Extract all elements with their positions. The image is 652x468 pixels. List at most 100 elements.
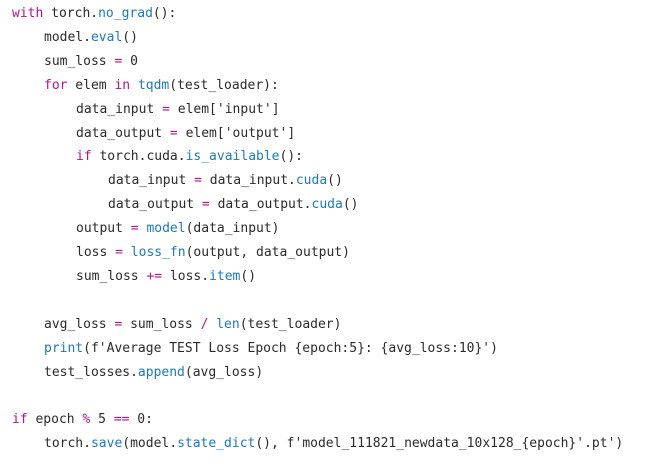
code-token-plain: (avg_loss) — [184, 364, 264, 380]
code-line: if torch.cuda.is_available(): — [12, 148, 303, 166]
code-token-op: = — [130, 221, 139, 237]
code-token-plain: elem[ — [169, 101, 217, 117]
code-token-kw: if — [12, 412, 28, 428]
code-token-fn: eval — [90, 29, 123, 45]
code-token-num: 0 — [130, 53, 138, 69]
code-line: data_input = data_input.cuda() — [12, 172, 343, 190]
code-token-plain: (), — [255, 436, 287, 452]
code-line: torch.save(model.state_dict(), f'model_1… — [12, 435, 623, 453]
code-token-str: 'output' — [224, 125, 288, 141]
code-token-plain: (test_loader): — [169, 77, 279, 93]
code-token-plain: () — [327, 173, 343, 189]
code-token-plain: : — [145, 412, 153, 428]
code-line: sum_loss += loss.item() — [12, 268, 256, 286]
code-token-fn: print — [44, 340, 84, 356]
code-token-kw: for — [44, 77, 68, 93]
code-token-plain: (output, data_output) — [185, 245, 350, 260]
code-token-plain: data_input — [108, 173, 195, 189]
code-token-plain: ( — [83, 340, 91, 356]
code-token-fn: cuda — [311, 197, 343, 213]
code-token-plain: data_output — [76, 125, 170, 141]
code-token-plain: ] — [287, 125, 296, 141]
code-token-plain: ) — [490, 340, 498, 356]
code-token-fn: loss_fn — [130, 245, 186, 260]
code-line: if epoch % 5 == 0: — [12, 411, 153, 429]
code-token-plain: () — [240, 268, 257, 284]
code-line: sum_loss = 0 — [12, 53, 138, 71]
code-token-num: 5 — [98, 412, 106, 428]
code-token-str: pt' — [591, 436, 616, 452]
code-token-plain: data_input. — [201, 173, 296, 189]
code-token-plain: output — [76, 221, 131, 237]
code-token-op: = — [115, 245, 123, 260]
code-token-fn: state_dict — [177, 436, 256, 452]
code-token-plain: ) — [615, 436, 624, 452]
code-token-plain: epoch — [27, 412, 83, 428]
code-token-plain: elem — [67, 77, 115, 93]
code-token-plain: () — [122, 29, 138, 45]
code-token-plain: ] — [271, 101, 280, 117]
code-token-num: 0 — [137, 412, 146, 428]
code-token-plain: (test_loader) — [239, 316, 342, 332]
code-token-str: f'Average TEST Loss Epoch {epoch:5}: {av… — [90, 340, 491, 356]
code-line: test_losses.append(avg_loss) — [12, 364, 263, 382]
code-token-fn: no_grad — [98, 6, 153, 21]
code-token-plain: torch. — [44, 436, 91, 452]
code-line: data_input = elem['input'] — [12, 101, 280, 119]
code-token-op: == — [113, 412, 130, 428]
code-token-fn: tqdm — [137, 77, 170, 93]
code-token-plain: (data_input) — [185, 221, 280, 237]
code-token-fn: save — [90, 436, 123, 452]
code-token-fn: model — [146, 221, 186, 237]
code-token-str: f'model_111821_newdata_10x128_{epoch}' — [286, 436, 585, 452]
code-token-plain: torch. — [43, 6, 99, 21]
code-token-plain: test_losses. — [44, 364, 138, 380]
code-token-kw: in — [114, 77, 131, 93]
code-token-op: += — [146, 268, 163, 284]
code-token-kw: if — [76, 149, 92, 165]
code-token-plain: data_output. — [209, 197, 312, 213]
code-token-op: = — [169, 125, 178, 141]
code-token-op: = — [194, 173, 202, 189]
code-token-plain: loss. — [162, 268, 210, 284]
code-token-plain: sum_loss — [76, 268, 147, 284]
code-line: for elem in tqdm(test_loader): — [12, 77, 279, 95]
code-token-plain: data_input — [76, 101, 163, 117]
code-token-str: 'input' — [216, 101, 272, 117]
code-token-plain: data_output — [108, 197, 202, 213]
code-token-fn: append — [137, 364, 185, 380]
code-token-fn: cuda — [295, 173, 328, 189]
code-token-op: = — [162, 101, 170, 117]
code-token-plain: (model. — [122, 436, 178, 452]
code-token-plain: avg_loss — [44, 316, 115, 332]
code-token-plain: () — [342, 197, 359, 213]
code-token-plain: . — [584, 436, 592, 452]
code-token-plain: sum_loss — [44, 53, 115, 69]
code-token-fn: len — [216, 316, 240, 332]
code-token-plain: model. — [44, 29, 91, 45]
code-token-plain: loss — [76, 245, 116, 260]
code-token-plain: (): — [279, 149, 303, 165]
code-token-plain: elem[ — [177, 125, 225, 141]
code-block: with torch.no_grad(): model.eval() sum_los… — [0, 0, 652, 468]
code-line: with torch.no_grad(): — [12, 5, 176, 23]
code-line: model.eval() — [12, 29, 138, 47]
